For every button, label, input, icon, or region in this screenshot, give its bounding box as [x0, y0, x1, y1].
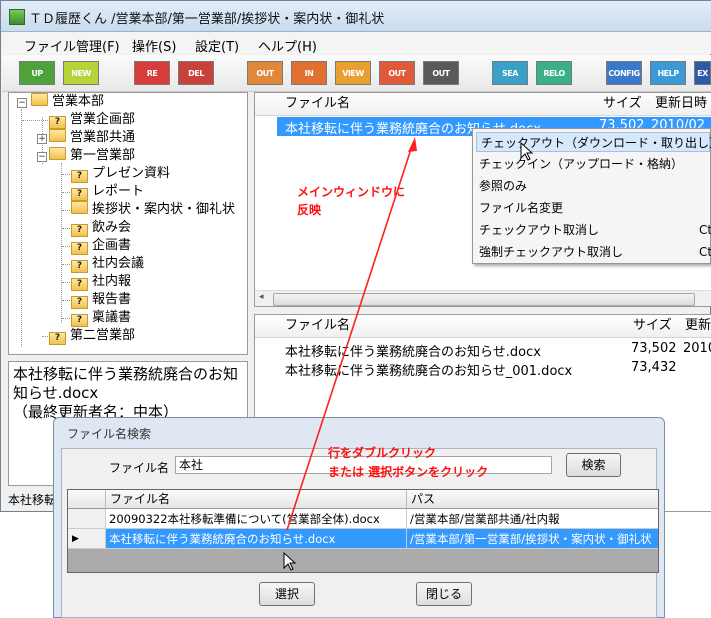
- annotation-arrow-layer: [283, 137, 534, 571]
- annotation-arrow: [286, 145, 413, 531]
- mouse-cursor-icon: [520, 141, 534, 161]
- mouse-cursor-icon: [283, 551, 297, 571]
- arrow-head-icon: [408, 137, 417, 152]
